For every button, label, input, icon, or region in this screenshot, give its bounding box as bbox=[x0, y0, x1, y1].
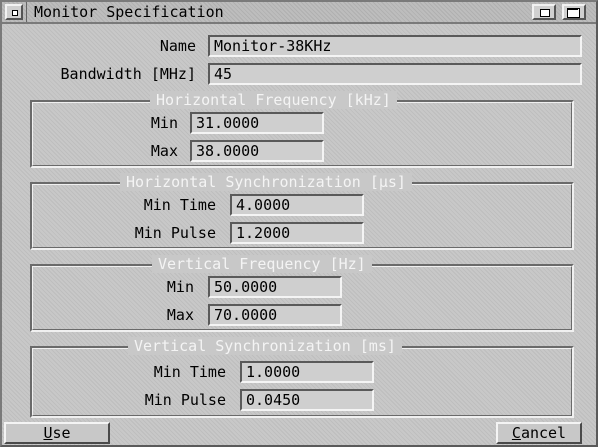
hfreq-max-label: Max bbox=[150, 142, 178, 160]
hsync-min-time-label: Min Time bbox=[143, 196, 216, 214]
horizontal-frequency-title: Horizontal Frequency [kHz] bbox=[150, 91, 397, 109]
vsync-min-time-label: Min Time bbox=[153, 363, 226, 381]
hsync-min-pulse-field[interactable]: 1.2000 bbox=[230, 222, 364, 244]
monitor-specification-window: Monitor Specification Name Monitor-38KHz… bbox=[0, 0, 598, 447]
vertical-frequency-title: Vertical Frequency [Hz] bbox=[152, 255, 372, 273]
vsync-min-pulse-field[interactable]: 0.0450 bbox=[240, 389, 374, 411]
bandwidth-field[interactable]: 45 bbox=[208, 63, 582, 85]
bandwidth-label: Bandwidth [MHz] bbox=[60, 65, 196, 83]
hsync-min-time-field[interactable]: 4.0000 bbox=[230, 194, 364, 216]
hfreq-min-field[interactable]: 31.0000 bbox=[190, 112, 324, 134]
maximize-icon[interactable] bbox=[562, 4, 586, 20]
title-bar[interactable]: Monitor Specification bbox=[2, 2, 596, 24]
hfreq-min-label: Min bbox=[150, 114, 178, 132]
vfreq-max-label: Max bbox=[166, 306, 194, 324]
window-title: Monitor Specification bbox=[34, 3, 224, 21]
horizontal-synchronization-title: Horizontal Synchronization [µs] bbox=[120, 173, 412, 191]
minimize-icon[interactable] bbox=[532, 4, 556, 20]
hsync-min-pulse-label: Min Pulse bbox=[134, 224, 216, 242]
cancel-button-label: ancel bbox=[520, 424, 567, 442]
vsync-min-time-field[interactable]: 1.0000 bbox=[240, 361, 374, 383]
cancel-button-mnemonic: C bbox=[511, 424, 521, 442]
hfreq-max-field[interactable]: 38.0000 bbox=[190, 140, 324, 162]
vsync-min-pulse-label: Min Pulse bbox=[144, 391, 226, 409]
title-separator bbox=[26, 2, 27, 22]
use-button-label: se bbox=[52, 424, 71, 442]
cancel-button[interactable]: Cancel bbox=[496, 422, 582, 444]
name-label: Name bbox=[159, 37, 196, 55]
use-button[interactable]: Use bbox=[4, 422, 110, 444]
vfreq-min-label: Min bbox=[166, 278, 194, 296]
vertical-synchronization-title: Vertical Synchronization [ms] bbox=[128, 337, 402, 355]
vfreq-min-field[interactable]: 50.0000 bbox=[208, 276, 342, 298]
vfreq-max-field[interactable]: 70.0000 bbox=[208, 304, 342, 326]
window-menu-icon[interactable] bbox=[5, 4, 23, 20]
name-field[interactable]: Monitor-38KHz bbox=[208, 35, 582, 57]
